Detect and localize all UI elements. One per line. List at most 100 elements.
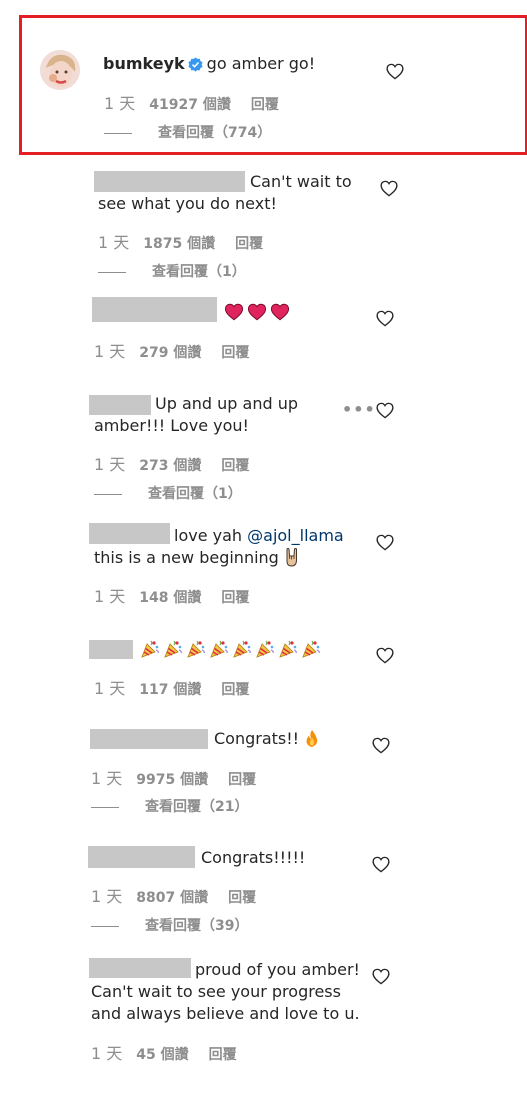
highlight-box [19, 15, 527, 155]
like-count[interactable]: 279 個讚 [139, 345, 201, 361]
party-popper-emoji [186, 639, 206, 665]
comment-meta: 1 天 9975 個讚 回覆 [91, 770, 256, 789]
comment-time[interactable]: 1 天 [94, 587, 125, 606]
comment-line: love yah @ajol_llama [174, 525, 344, 547]
comment-time[interactable]: 1 天 [91, 1044, 122, 1063]
redacted-username [89, 395, 151, 415]
comment-meta: 1 天 273 個讚 回覆 [94, 456, 249, 475]
view-replies-button[interactable]: 查看回覆（1） [94, 485, 242, 503]
comment-body: bumkeyk go amber go! [103, 53, 315, 78]
fire-emoji [304, 729, 320, 754]
view-replies-button[interactable]: 查看回覆（21） [91, 798, 248, 816]
rock-hand-emoji [284, 547, 300, 573]
reply-button[interactable]: 回覆 [228, 890, 256, 906]
party-popper-emoji [209, 639, 229, 665]
redacted-username [94, 171, 245, 192]
username[interactable]: bumkeyk [103, 54, 185, 73]
comment-meta: 1 天 45 個讚 回覆 [91, 1045, 237, 1064]
reply-button[interactable]: 回覆 [251, 97, 279, 113]
comment-meta: 1 天 1875 個讚 回覆 [98, 234, 263, 253]
comment-meta: 1 天 8807 個讚 回覆 [91, 888, 256, 907]
heart-outline-icon[interactable] [386, 63, 404, 80]
heart-outline-icon[interactable] [376, 310, 394, 327]
reply-button[interactable]: 回覆 [221, 458, 249, 474]
view-replies-label: 查看回覆（1） [148, 486, 242, 502]
avatar[interactable] [40, 50, 80, 90]
comment-text: Up and up and up [155, 394, 299, 413]
view-replies-label: 查看回覆（774） [158, 125, 272, 141]
reply-button[interactable]: 回覆 [221, 590, 249, 606]
view-replies-label: 查看回覆（39） [145, 918, 249, 934]
redacted-username [88, 846, 195, 868]
view-replies-button[interactable]: 查看回覆（39） [91, 917, 248, 935]
redacted-username [89, 640, 133, 659]
comment-text: amber!!! Love you! [94, 416, 249, 435]
reply-button[interactable]: 回覆 [235, 236, 263, 252]
heart-outline-icon[interactable] [376, 402, 394, 419]
comment-text: go amber go! [206, 54, 316, 73]
redacted-username [89, 523, 170, 544]
heart-emoji [270, 303, 290, 327]
party-popper-emoji [278, 639, 298, 665]
divider-line [91, 806, 119, 808]
comment-time[interactable]: 1 天 [94, 342, 125, 361]
view-replies-button[interactable]: 查看回覆（1） [98, 263, 246, 281]
like-count[interactable]: 8807 個讚 [136, 890, 208, 906]
redacted-username [92, 297, 217, 322]
redacted-username [90, 729, 208, 749]
comment-text: see what you do next! [98, 194, 277, 213]
like-count[interactable]: 45 個讚 [136, 1047, 188, 1063]
party-popper-emoji [232, 639, 252, 665]
comment-time[interactable]: 1 天 [94, 455, 125, 474]
comment-text: Can't wait to see your progress [91, 982, 341, 1001]
party-popper-emoji [140, 639, 160, 665]
comment-meta: 1 天 148 個讚 回覆 [94, 588, 249, 607]
like-count[interactable]: 273 個讚 [139, 458, 201, 474]
heart-outline-icon[interactable] [372, 737, 390, 754]
verified-badge-icon [188, 56, 203, 78]
reply-button[interactable]: 回覆 [209, 1047, 237, 1063]
party-popper-emoji [163, 639, 183, 665]
comment-time[interactable]: 1 天 [94, 679, 125, 698]
comment-emoji-row [140, 639, 324, 665]
heart-outline-icon[interactable] [372, 968, 390, 985]
comment-time[interactable]: 1 天 [98, 233, 129, 252]
reply-button[interactable]: 回覆 [228, 772, 256, 788]
divider-line [91, 925, 119, 927]
comment-time[interactable]: 1 天 [104, 94, 135, 113]
comment-meta: 1 天 117 個讚 回覆 [94, 680, 249, 699]
like-count[interactable]: 148 個讚 [139, 590, 201, 606]
heart-outline-icon[interactable] [376, 534, 394, 551]
reply-button[interactable]: 回覆 [221, 345, 249, 361]
redacted-username [89, 958, 191, 978]
reply-button[interactable]: 回覆 [221, 682, 249, 698]
heart-emoji [247, 303, 267, 327]
heart-outline-icon[interactable] [372, 856, 390, 873]
more-options-icon[interactable]: ••• [342, 400, 376, 419]
heart-outline-icon[interactable] [376, 647, 394, 664]
view-replies-label: 查看回覆（21） [145, 799, 249, 815]
heart-emoji [224, 303, 244, 327]
heart-outline-icon[interactable] [380, 180, 398, 197]
view-replies-button[interactable]: 查看回覆（774） [104, 124, 271, 142]
comment-text: love yah [174, 526, 248, 545]
comment-meta: 1 天 279 個讚 回覆 [94, 343, 249, 362]
party-popper-emoji [255, 639, 275, 665]
comment-text: proud of you amber! [195, 960, 360, 979]
party-popper-emoji [301, 639, 321, 665]
comment-text: Can't wait to [250, 172, 352, 191]
comment-text: Congrats!! [214, 729, 300, 748]
divider-line [98, 271, 126, 273]
mention-link[interactable]: @ajol_llama [247, 526, 344, 545]
divider-line [94, 493, 122, 495]
comment-time[interactable]: 1 天 [91, 769, 122, 788]
comment-text: Congrats!!!!! [201, 848, 306, 867]
comment-text: and always believe and love to u. [91, 1004, 360, 1023]
comment-meta: 1 天 41927 個讚 回覆 [104, 95, 279, 114]
like-count[interactable]: 41927 個讚 [149, 97, 231, 113]
comment-time[interactable]: 1 天 [91, 887, 122, 906]
like-count[interactable]: 117 個讚 [139, 682, 201, 698]
like-count[interactable]: 9975 個讚 [136, 772, 208, 788]
like-count[interactable]: 1875 個讚 [143, 236, 215, 252]
view-replies-label: 查看回覆（1） [152, 264, 246, 280]
